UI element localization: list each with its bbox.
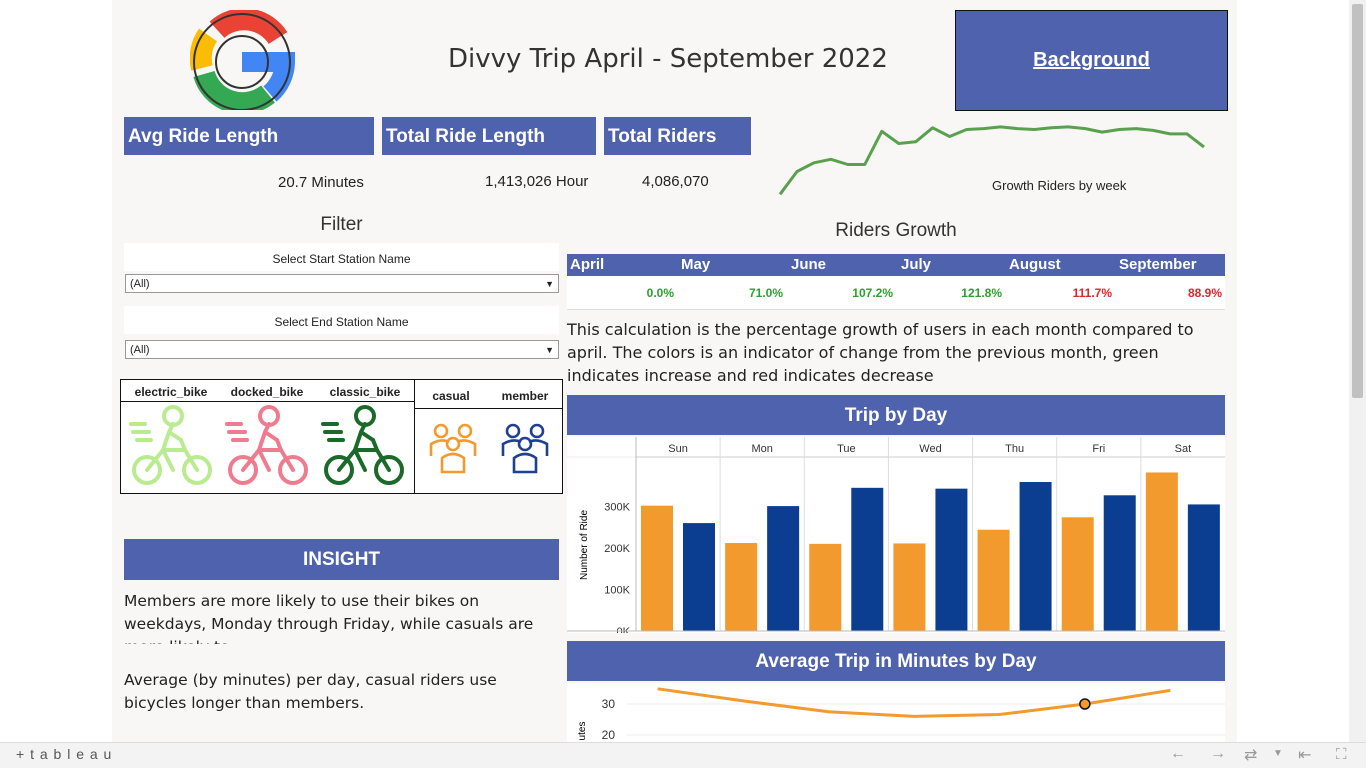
- bar-member-sun[interactable]: [683, 523, 715, 631]
- bar-y-axis-label: Number of Ride: [579, 510, 590, 580]
- end-station-select[interactable]: (All) ▼: [125, 340, 559, 359]
- bar-x-tick: Wed: [919, 443, 941, 455]
- bar-y-tick: 200K: [604, 543, 630, 555]
- filter-title: Filter: [320, 214, 363, 235]
- bar-casual-fri[interactable]: [1061, 517, 1094, 631]
- bar-x-tick: Tue: [837, 443, 856, 455]
- kpi-total-riders-value: 4,086,070: [642, 173, 709, 190]
- reset-icon[interactable]: ⇤: [1298, 745, 1311, 765]
- growth-month-header: April May June July August September: [567, 254, 1225, 276]
- bar-casual-tue[interactable]: [809, 543, 842, 631]
- month-august: August: [1009, 256, 1061, 273]
- kpi-total-riders-header: Total Riders: [604, 117, 751, 155]
- bike-type-legend: electric_bike docked_bike classic_bike: [120, 379, 415, 494]
- start-station-label: Select Start Station Name: [124, 243, 559, 271]
- growth-description: This calculation is the percentage growt…: [567, 320, 1194, 385]
- legend-member: member: [501, 389, 549, 403]
- month-july: July: [901, 256, 932, 273]
- line-y-tick: 20: [602, 728, 616, 742]
- fullscreen-icon[interactable]: ⛶: [1336, 746, 1347, 763]
- kpi-total-ride-header: Total Ride Length: [382, 117, 596, 155]
- sparkline-label: Growth Riders by week: [992, 178, 1127, 193]
- avg-trip-line[interactable]: [657, 687, 1171, 718]
- legend-docked-bike: docked_bike: [230, 385, 304, 399]
- bar-member-sat[interactable]: [1187, 504, 1220, 631]
- growth-august: 121.8%: [961, 286, 1002, 300]
- bar-casual-sun[interactable]: [641, 505, 673, 631]
- undo-icon[interactable]: ←: [1170, 745, 1186, 763]
- bar-member-fri[interactable]: [1103, 495, 1136, 631]
- dashboard-title: Divvy Trip April - September 2022: [448, 44, 888, 74]
- month-june: June: [791, 256, 827, 273]
- bar-x-tick: Sat: [1175, 443, 1192, 455]
- growth-september: 88.9%: [1187, 286, 1222, 300]
- google-logo-icon: [190, 10, 295, 110]
- chevron-down-icon[interactable]: ▼: [1273, 748, 1283, 759]
- kpi-avg-ride-value: 20.7 Minutes: [278, 174, 364, 191]
- member-group-icon: [501, 423, 549, 474]
- bar-y-tick: 300K: [604, 502, 630, 514]
- bar-casual-thu[interactable]: [977, 529, 1010, 631]
- chevron-down-icon: ▼: [545, 278, 554, 289]
- bar-y-tick: 100K: [604, 585, 630, 597]
- insight-paragraph-2: Average (by minutes) per day, casual rid…: [124, 671, 497, 712]
- bar-y-tick: 0K: [617, 626, 631, 633]
- bar-x-tick: Fri: [1092, 443, 1105, 455]
- growth-june: 71.0%: [748, 286, 783, 300]
- month-april: April: [570, 256, 605, 273]
- casual-group-icon: [429, 423, 477, 474]
- bar-member-mon[interactable]: [767, 506, 800, 631]
- month-may: May: [681, 256, 711, 273]
- bar-member-thu[interactable]: [1019, 482, 1052, 631]
- tableau-logo[interactable]: + t a b l e a u: [16, 746, 112, 762]
- bar-x-tick: Mon: [752, 443, 773, 455]
- bar-casual-sat[interactable]: [1145, 472, 1178, 631]
- redo-icon[interactable]: →: [1210, 745, 1226, 763]
- revert-icon[interactable]: ⇄: [1244, 745, 1257, 765]
- bar-x-tick: Sun: [668, 443, 688, 455]
- rider-type-legend: casual member: [414, 379, 563, 494]
- riders-growth-title: Riders Growth: [835, 220, 957, 241]
- avg-trip-highlight-point[interactable]: [1079, 698, 1091, 710]
- bar-x-tick: Thu: [1005, 443, 1024, 455]
- trip-by-day-chart[interactable]: Number of Ride 0K 100K 200K 300K Sun Mon Tue Wed…: [567, 437, 1225, 633]
- electric-bike-icon: [129, 405, 212, 485]
- bar-casual-mon[interactable]: [725, 543, 758, 631]
- bar-member-wed[interactable]: [935, 488, 968, 631]
- end-station-label: Select End Station Name: [124, 306, 559, 334]
- legend-electric-bike: electric_bike: [134, 385, 208, 399]
- insight-paragraph-1: Members are more likely to use their bik…: [124, 592, 534, 644]
- growth-july: 107.2%: [852, 286, 893, 300]
- start-station-value: (All): [130, 277, 150, 290]
- line-y-tick: 30: [602, 697, 616, 711]
- bar-member-tue[interactable]: [851, 487, 884, 631]
- classic-bike-icon: [321, 405, 404, 485]
- docked-bike-icon: [225, 405, 308, 485]
- trip-by-day-header: Trip by Day: [567, 395, 1225, 435]
- insight-header: INSIGHT: [124, 539, 559, 580]
- legend-casual: casual: [432, 389, 470, 403]
- kpi-avg-ride-header: Avg Ride Length: [124, 117, 374, 155]
- background-button[interactable]: Background: [955, 10, 1228, 111]
- month-september: September: [1119, 256, 1197, 273]
- growth-may: 0.0%: [646, 286, 674, 300]
- avg-trip-chart[interactable]: 30 20 utes: [567, 683, 1225, 742]
- growth-september-prev: 111.7%: [1072, 286, 1112, 300]
- line-y-axis-label: utes: [577, 722, 588, 741]
- avg-trip-header: Average Trip in Minutes by Day: [567, 641, 1225, 681]
- end-station-value: (All): [130, 343, 150, 356]
- start-station-select[interactable]: (All) ▼: [125, 274, 559, 293]
- tableau-footer: + t a b l e a u ← → ⇄ ▼ ⇤ ⛶: [0, 742, 1366, 768]
- bar-casual-wed[interactable]: [893, 543, 926, 631]
- scrollbar-thumb[interactable]: [1352, 4, 1363, 398]
- chevron-down-icon: ▼: [545, 344, 554, 355]
- growth-values-row: 0.0% 71.0% 107.2% 121.8% 111.7% 88.9%: [567, 276, 1225, 310]
- kpi-total-ride-value: 1,413,026 Hour: [485, 173, 589, 190]
- legend-classic-bike: classic_bike: [329, 385, 401, 399]
